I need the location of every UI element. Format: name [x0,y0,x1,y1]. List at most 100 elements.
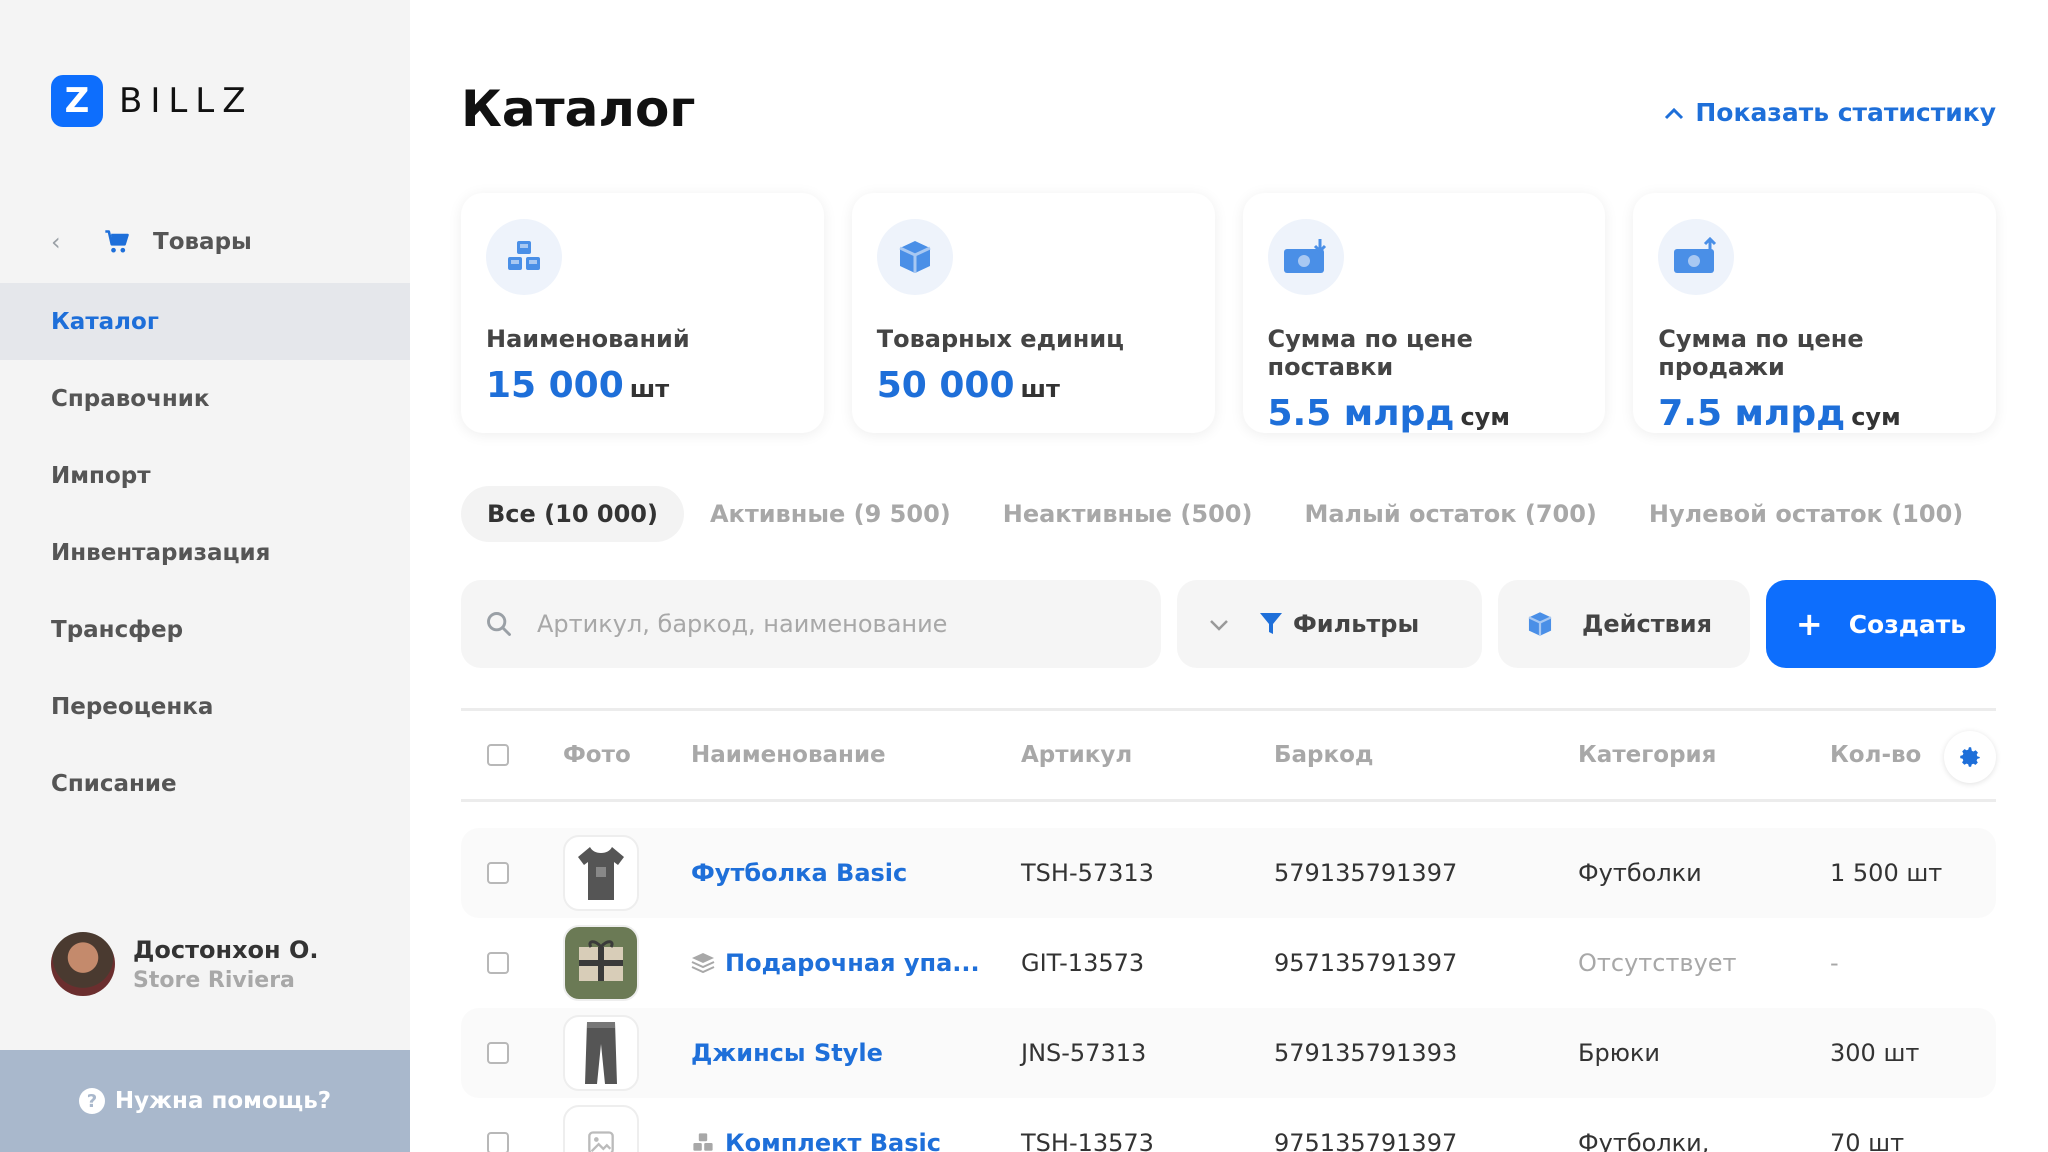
category-cell: Футболки [1578,859,1702,887]
stat-card-supply-sum: Сумма по цене поставки 5.5 млрд сум [1242,193,1606,434]
table-row[interactable]: Подарочная упа... GIT-13573 957135791397… [461,918,1996,1008]
products-table: Фото Наименование Артикул Баркод Категор… [461,708,1996,1152]
avatar [51,932,115,996]
product-photo [563,925,639,1001]
chevron-down-icon [1209,612,1229,636]
product-name-link[interactable]: Комплект Basic [725,1129,941,1152]
barcode-cell: 579135791397 [1274,859,1458,887]
tab-zero-stock[interactable]: Нулевой остаток (100) [1623,486,1989,542]
chevron-up-icon [1665,107,1684,119]
product-photo [563,1015,639,1091]
table-row[interactable]: Джинсы Style JNS-57313 579135791393 Брюк… [461,1008,1996,1098]
card-label: Сумма по цене поставки [1267,325,1473,381]
plus-icon: + [1795,605,1823,643]
logo-mark: Z [51,75,103,127]
stat-card-sale-sum: Сумма по цене продажи 7.5 млрд сум [1633,193,1996,434]
create-label: Создать [1848,609,1967,639]
sidebar-item-import[interactable]: Импорт [0,437,410,514]
chevron-left-icon[interactable]: ‹ [51,228,71,256]
article-cell: GIT-13573 [1021,949,1145,977]
page-title: Каталог [461,80,696,138]
section-label: Товары [153,229,252,255]
user-name: Достонхон О. [133,935,319,964]
sidebar-item-transfer[interactable]: Трансфер [0,591,410,668]
barcode-cell: 957135791397 [1274,949,1458,977]
toolbar: Фильтры Действия + Создать [461,580,1996,668]
sidebar: Z BILLZ ‹ Товары Каталог Справочник Импо… [0,0,410,1152]
table-row[interactable]: Футболка Basic TSH-57313 579135791397 Фу… [461,828,1996,918]
column-header[interactable]: Баркод [1274,742,1578,768]
product-name-link[interactable]: Джинсы Style [691,1039,883,1067]
filter-icon [1260,613,1282,634]
stat-card-items: Наименований 15 000 шт [461,193,824,433]
sidebar-item-writeoff[interactable]: Списание [0,745,410,822]
cubes-icon [486,219,562,295]
product-photo [563,835,639,911]
quantity-cell: 1 500 шт [1830,859,1943,887]
column-header[interactable]: Категория [1578,742,1830,768]
sidebar-item-revaluation[interactable]: Переоценка [0,668,410,745]
card-unit: сум [1851,403,1901,431]
card-value: 50 000 [876,365,1015,406]
article-cell: TSH-13573 [1021,1129,1154,1152]
category-cell: Брюки [1578,1039,1660,1067]
image-placeholder-icon [563,1105,639,1152]
barcode-cell: 975135791397 [1274,1129,1458,1152]
filters-button[interactable]: Фильтры [1177,580,1482,668]
search-box [461,580,1161,668]
table-header: Фото Наименование Артикул Баркод Категор… [461,708,1996,802]
article-cell: TSH-57313 [1021,859,1154,887]
money-out-icon [1658,219,1735,295]
gear-icon[interactable] [1944,731,1996,783]
barcode-cell: 579135791393 [1274,1039,1458,1067]
stat-card-units: Товарных единиц 50 000 шт [851,193,1215,433]
card-value: 5.5 млрд [1267,393,1455,434]
actions-label: Действия [1582,610,1713,638]
logo[interactable]: Z BILLZ [51,75,254,127]
filters-label: Фильтры [1293,610,1420,638]
sidebar-item-inventory[interactable]: Инвентаризация [0,514,410,591]
cart-icon [105,230,129,253]
section-header[interactable]: ‹ Товары [51,222,252,262]
row-checkbox[interactable] [487,1132,509,1152]
product-name-link[interactable]: Подарочная упа... [725,949,980,977]
tab-all[interactable]: Все (10 000) [461,486,684,542]
product-name-link[interactable]: Футболка Basic [691,859,907,887]
quantity-cell: - [1830,949,1839,977]
show-statistics-link[interactable]: Показать статистику [1663,98,1996,127]
table-row[interactable]: Комплект Basic TSH-13573 975135791397 Фу… [461,1098,1996,1152]
category-cell: Футболки, [1578,1129,1710,1152]
stat-cards: Наименований 15 000 шт Товарных единиц 50… [461,193,1996,434]
sidebar-item-reference[interactable]: Справочник [0,360,410,437]
article-cell: JNS-57313 [1021,1039,1147,1067]
tab-active[interactable]: Активные (9 500) [684,486,977,542]
box-icon [876,219,953,295]
row-checkbox[interactable] [487,1042,509,1064]
sidebar-item-catalog[interactable]: Каталог [0,283,410,360]
column-header[interactable]: Кол-во [1830,742,1960,768]
money-in-icon [1267,219,1344,295]
show-statistics-label: Показать статистику [1695,98,1996,127]
user-profile[interactable]: Достонхон О. Store Riviera [51,932,319,996]
tab-low-stock[interactable]: Малый остаток (700) [1278,486,1622,542]
box-icon [1528,612,1552,636]
column-header[interactable]: Артикул [1021,742,1274,768]
select-all-checkbox[interactable] [487,744,509,766]
search-input[interactable] [537,610,1097,638]
logo-text: BILLZ [119,81,254,121]
tab-inactive[interactable]: Неактивные (500) [977,486,1279,542]
actions-button[interactable]: Действия [1498,580,1750,668]
help-button[interactable]: ? Нужна помощь? [0,1050,410,1152]
card-value: 15 000 [486,365,624,406]
user-store: Store Riviera [133,967,295,993]
help-label: Нужна помощь? [114,1088,332,1114]
row-checkbox[interactable] [487,952,509,974]
row-checkbox[interactable] [487,862,509,884]
create-button[interactable]: + Создать [1766,580,1996,668]
column-header[interactable]: Наименование [691,742,1021,768]
card-label: Наименований [486,325,690,353]
card-label: Товарных единиц [876,325,1124,353]
question-icon: ? [78,1088,105,1114]
card-unit: шт [1020,375,1060,403]
status-tabs: Все (10 000) Активные (9 500) Неактивные… [461,486,1989,542]
